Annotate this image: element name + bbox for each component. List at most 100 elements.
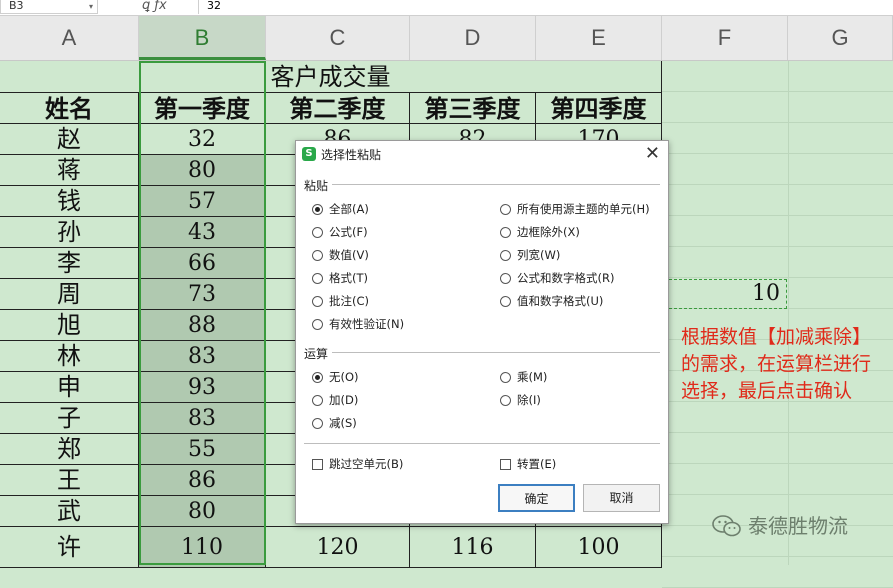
empty-cell-row[interactable] [662,433,893,464]
column-header-d[interactable]: D [410,16,536,60]
operation-option[interactable]: 减(S) [312,415,357,431]
paste-option[interactable]: 有效性验证(N) [312,316,404,332]
empty-cell-row[interactable] [662,92,893,123]
formula-input[interactable]: 32 [198,0,893,14]
close-icon[interactable]: ✕ [645,143,660,164]
radio-icon[interactable] [312,319,323,330]
q1-cell[interactable]: 55 [139,434,266,465]
name-cell[interactable]: 许 [0,527,139,568]
operation-option[interactable]: 加(D) [312,392,358,408]
operation-option[interactable]: 乘(M) [500,369,547,385]
q1-cell[interactable]: 57 [139,186,266,217]
column-header-c[interactable]: C [266,16,410,60]
ok-button[interactable]: 确定 [498,484,575,512]
empty-cell-row[interactable] [662,61,893,92]
paste-option[interactable]: 数值(V) [312,247,369,263]
radio-icon[interactable] [312,227,323,238]
name-cell[interactable]: 林 [0,341,139,372]
header-cell[interactable]: 第四季度 [536,93,662,124]
radio-icon[interactable] [500,296,511,307]
column-header-e[interactable]: E [536,16,662,60]
name-cell[interactable]: 孙 [0,217,139,248]
radio-icon[interactable] [500,227,511,238]
paste-option[interactable]: 公式(F) [312,224,368,240]
radio-icon[interactable] [312,372,323,383]
name-box[interactable]: B3 ▾ [0,0,98,14]
header-cell[interactable]: 第一季度 [139,93,266,124]
header-cell[interactable]: 第二季度 [266,93,410,124]
table-title[interactable]: 客户成交量 [0,61,662,93]
q1-cell[interactable]: 86 [139,465,266,496]
q1-cell[interactable]: 80 [139,496,266,527]
empty-cell-row[interactable] [662,247,893,278]
radio-icon[interactable] [500,372,511,383]
name-cell[interactable]: 申 [0,372,139,403]
q1-cell[interactable]: 32 [139,124,266,155]
empty-cell-row[interactable] [662,557,893,588]
header-cell[interactable]: 姓名 [0,93,139,124]
name-cell[interactable]: 蒋 [0,155,139,186]
q2-cell[interactable]: 120 [266,527,410,568]
paste-option[interactable]: 批注(C) [312,293,369,309]
column-header-f[interactable]: F [662,16,788,60]
dialog-titlebar[interactable]: S 选择性粘贴 ✕ [296,141,668,167]
checkbox-icon[interactable] [500,459,511,470]
paste-option[interactable]: 所有使用源主题的单元(H) [500,201,650,217]
q1-cell[interactable]: 88 [139,310,266,341]
paste-option[interactable]: 格式(T) [312,270,368,286]
column-header-b[interactable]: B [139,16,266,60]
q1-cell[interactable]: 83 [139,341,266,372]
q1-cell[interactable]: 66 [139,248,266,279]
copied-cell[interactable]: 10 [664,279,787,309]
transpose-checkbox[interactable]: 转置(E) [500,456,556,472]
empty-cell-row[interactable] [662,216,893,247]
q4-cell[interactable]: 100 [536,527,662,568]
operation-option[interactable]: 除(I) [500,392,541,408]
q1-cell[interactable]: 93 [139,372,266,403]
radio-icon[interactable] [500,395,511,406]
radio-icon[interactable] [312,418,323,429]
empty-cell-row[interactable] [662,154,893,185]
name-cell[interactable]: 郑 [0,434,139,465]
cancel-button[interactable]: 取消 [583,484,660,512]
q1-cell[interactable]: 80 [139,155,266,186]
radio-icon[interactable] [312,395,323,406]
radio-icon[interactable] [500,204,511,215]
radio-icon[interactable] [312,296,323,307]
name-cell[interactable]: 钱 [0,186,139,217]
chevron-down-icon[interactable]: ▾ [89,1,93,13]
empty-cell-row[interactable] [662,123,893,154]
empty-cell-row[interactable] [662,185,893,216]
paste-option[interactable]: 公式和数字格式(R) [500,270,614,286]
name-cell[interactable]: 旭 [0,310,139,341]
skip-blanks-checkbox[interactable]: 跳过空单元(B) [312,456,403,472]
empty-cell-row[interactable] [662,464,893,495]
radio-icon[interactable] [312,204,323,215]
radio-icon[interactable] [312,250,323,261]
name-cell[interactable]: 王 [0,465,139,496]
empty-cell-row[interactable] [662,402,893,433]
name-cell[interactable]: 赵 [0,124,139,155]
radio-icon[interactable] [500,273,511,284]
q1-cell[interactable]: 43 [139,217,266,248]
name-cell[interactable]: 武 [0,496,139,527]
paste-option[interactable]: 值和数字格式(U) [500,293,603,309]
fx-icons[interactable]: ꝗ ƒx [142,0,167,13]
column-header-g[interactable]: G [788,16,893,60]
q1-cell[interactable]: 83 [139,403,266,434]
checkbox-icon[interactable] [312,459,323,470]
paste-option[interactable]: 边框除外(X) [500,224,580,240]
radio-icon[interactable] [312,273,323,284]
q1-cell[interactable]: 73 [139,279,266,310]
operation-option[interactable]: 无(O) [312,369,359,385]
name-cell[interactable]: 子 [0,403,139,434]
name-cell[interactable]: 周 [0,279,139,310]
header-cell[interactable]: 第三季度 [410,93,536,124]
name-cell[interactable]: 李 [0,248,139,279]
paste-option[interactable]: 列宽(W) [500,247,560,263]
q3-cell[interactable]: 116 [410,527,536,568]
column-header-a[interactable]: A [0,16,139,60]
paste-option[interactable]: 全部(A) [312,201,369,217]
q1-cell[interactable]: 110 [139,527,266,568]
radio-icon[interactable] [500,250,511,261]
